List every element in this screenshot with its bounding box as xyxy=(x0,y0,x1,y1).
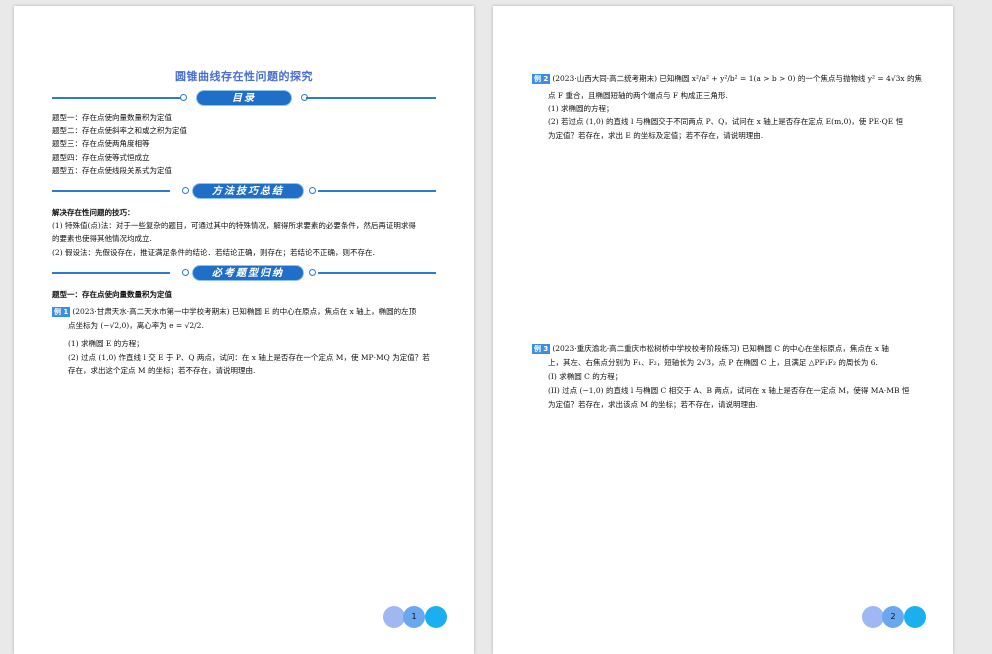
example-1-line-4: (2) 过点 (1,0) 作直线 l 交 E 于 P、Q 两点，试问：在 x 轴… xyxy=(68,353,430,362)
toc-item-3[interactable]: 题型三：存在点使两角度相等 xyxy=(52,137,150,150)
example-3-line-1: 例 3 (2023·重庆渝北·高二重庆市松树桥中学校校考阶段练习) 已知椭圆 C … xyxy=(532,344,889,354)
toc-item-1[interactable]: 题型一：存在点使向量数量积为定值 xyxy=(52,111,172,124)
example-1-line-1: 例 1 (2023·甘肃天水·高二天水市第一中学校考期末) 已知椭圆 E 的中心在… xyxy=(52,307,417,317)
example-1-line-5: 存在，求出这个定点 M 的坐标；若不存在，请说明理由. xyxy=(68,366,256,375)
example-3-line-5: 为定值？若存在，求出该点 M 的坐标；若不存在，请说明理由. xyxy=(548,400,758,409)
methods-banner-label: 方法技巧总结 xyxy=(192,183,304,199)
document-page-1: 圆锥曲线存在性问题的探究 目录 题型一：存在点使向量数量积为定值 题型二：存在点… xyxy=(14,6,474,654)
types-banner-label: 必考题型归纳 xyxy=(192,265,304,281)
example-1-line-3: (1) 求椭圆 E 的方程； xyxy=(68,339,144,348)
document-page-2: 例 2 (2023·山西大同·高二统考期末) 已知椭圆 x²/a² + y²/b²… xyxy=(493,6,953,654)
methods-banner: 方法技巧总结 xyxy=(52,183,436,199)
type1-heading: 题型一：存在点使向量数量积为定值 xyxy=(52,290,172,299)
example-1-badge: 例 1 xyxy=(52,307,71,317)
example-3-line-3: (I) 求椭圆 C 的方程； xyxy=(548,372,623,381)
methods-line-1: (1) 特殊值(点)法：对于一些复杂的题目，可通过其中的特殊情况，解得所求要素的… xyxy=(52,221,416,230)
example-2-line-1: 例 2 (2023·山西大同·高二统考期末) 已知椭圆 x²/a² + y²/b²… xyxy=(532,74,922,84)
example-2-line-2: 点 F 重合，且椭圆短轴的两个端点与 F 构成正三角形. xyxy=(548,91,728,100)
viewer-scrollbar[interactable] xyxy=(982,0,992,654)
example-1-line-2: 点坐标为 (−√2,0)，离心率为 e = √2/2. xyxy=(68,321,204,330)
methods-heading: 解决存在性问题的技巧： xyxy=(52,208,135,217)
page-number-1: 1 xyxy=(403,606,425,628)
example-2-line-4: (2) 若过点 (1,0) 的直线 l 与椭圆交于不同两点 P、Q，试问在 x … xyxy=(548,117,904,126)
document-title: 圆锥曲线存在性问题的探究 xyxy=(175,70,313,83)
methods-line-3: (2) 假设法：先假设存在，推证满足条件的结论．若结论正确，则存在；若结论不正确… xyxy=(52,248,375,257)
example-2-badge: 例 2 xyxy=(532,74,551,84)
example-3-line-4: (II) 过点 (−1,0) 的直线 l 与椭圆 C 相交于 A、B 两点，试问… xyxy=(548,386,910,395)
toc-item-5[interactable]: 题型五：存在点使线段关系式为定值 xyxy=(52,164,172,177)
example-3-line-2: 上，其左、右焦点分别为 F₁、F₂，短轴长为 2√3，点 P 在椭圆 C 上，且… xyxy=(548,358,878,367)
example-2-line-5: 为定值？若存在，求出 E 的坐标及定值；若不存在，请说明理由. xyxy=(548,131,764,140)
methods-line-2: 的要素也使得其他情况均成立. xyxy=(52,234,152,243)
toc-item-4[interactable]: 题型四：存在点使等式恒成立 xyxy=(52,151,150,164)
example-2-line-3: (1) 求椭圆的方程； xyxy=(548,104,614,113)
types-banner: 必考题型归纳 xyxy=(52,265,436,281)
toc-item-2[interactable]: 题型二：存在点使斜率之和或之积为定值 xyxy=(52,124,187,137)
page-number-2: 2 xyxy=(882,606,904,628)
example-3-badge: 例 3 xyxy=(532,344,551,354)
toc-banner: 目录 xyxy=(52,90,436,106)
toc-banner-label: 目录 xyxy=(196,90,292,106)
